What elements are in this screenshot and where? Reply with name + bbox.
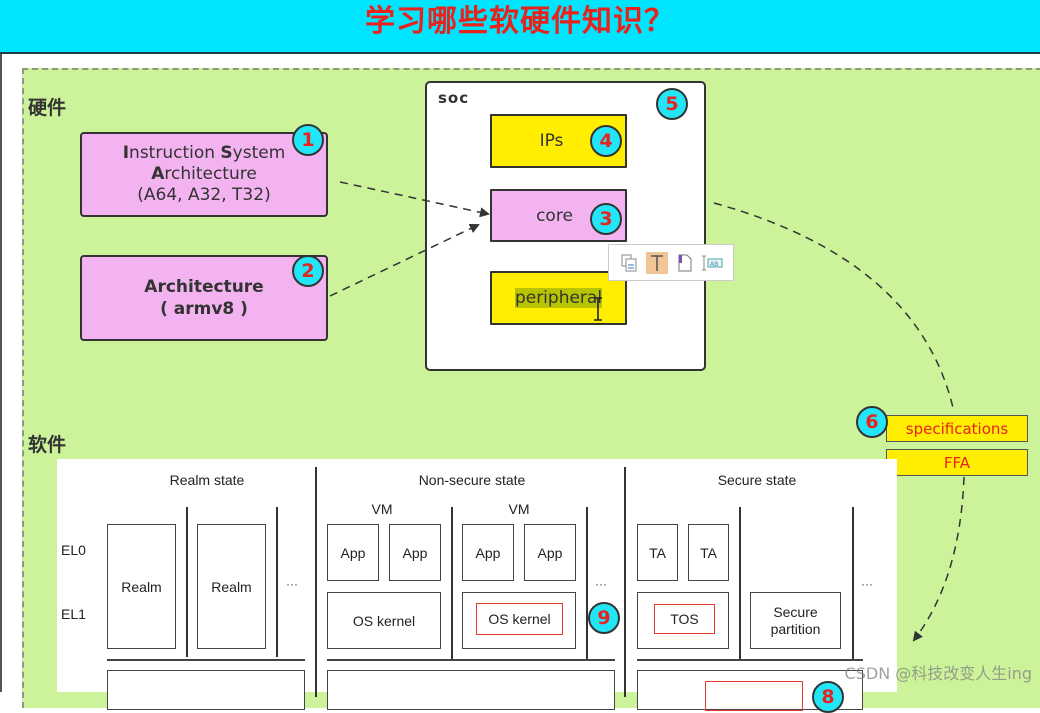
secure-partition-box: Secure partition: [750, 592, 841, 649]
state-divider: [315, 467, 317, 697]
app-box: App: [524, 524, 576, 581]
secure-state-title: Secure state: [717, 472, 797, 488]
app-box: App: [389, 524, 441, 581]
software-stack-diagram: Realm state Non-secure state Secure stat…: [57, 459, 897, 711]
soc-label: soc: [438, 89, 470, 107]
realm-more: ···: [286, 577, 298, 591]
copy-icon[interactable]: [618, 252, 640, 274]
badge-3: 3: [590, 203, 622, 235]
core-label: core: [536, 205, 573, 226]
os-kernel-box: OS kernel: [327, 592, 441, 649]
badge-9: 9: [588, 602, 620, 634]
badge-2: 2: [292, 255, 324, 287]
badge-1: 1: [292, 124, 324, 156]
spm-highlighted: [705, 681, 803, 711]
ta-box: TA: [637, 524, 678, 581]
selection-toolbar: AB: [608, 244, 734, 281]
hardware-label: 硬件: [28, 97, 67, 119]
realm-el2-box: [107, 670, 305, 710]
nonsecure-state-title: Non-secure state: [418, 472, 526, 488]
realm-divider: [276, 507, 278, 657]
el-boundary-line: [327, 659, 615, 661]
el-boundary-line: [107, 659, 305, 661]
svg-text:AB: AB: [710, 261, 718, 268]
realm-box: Realm: [197, 524, 266, 649]
badge-4: 4: [590, 125, 622, 157]
badge-8: 8: [812, 681, 844, 713]
slide-header: 学习哪些软硬件知识？: [0, 0, 1040, 54]
architecture-box: Architecture ( armv8 ): [80, 255, 328, 341]
text-field-icon[interactable]: AB: [702, 252, 724, 274]
architecture-line1: Architecture: [144, 277, 264, 297]
realm-divider: [186, 507, 188, 657]
peripheral-box: peripheral: [490, 271, 627, 325]
ips-label: IPs: [539, 131, 564, 151]
isa-line1: Instruction System: [122, 143, 286, 163]
badge-6: 6: [856, 406, 888, 438]
peripheral-label-selected[interactable]: peripheral: [514, 288, 603, 308]
secure-divider: [852, 507, 854, 659]
software-label: 软件: [28, 434, 67, 456]
secure-divider: [739, 507, 741, 659]
text-icon[interactable]: [646, 251, 668, 274]
badge-5: 5: [656, 88, 688, 120]
state-divider: [624, 467, 626, 697]
isa-line2: Architecture: [151, 164, 257, 184]
hypervisor-box: [327, 670, 615, 710]
el1-label: EL1: [61, 606, 86, 622]
isa-line3: (A64, A32, T32): [137, 185, 271, 205]
specifications-box: specifications: [886, 415, 1028, 442]
nonsecure-more: ···: [595, 577, 607, 591]
el-boundary-line: [637, 659, 863, 661]
app-box: App: [462, 524, 514, 581]
vm-divider: [451, 507, 453, 659]
left-border: [0, 54, 2, 692]
os-kernel-highlighted: OS kernel: [476, 603, 563, 635]
el0-label: EL0: [61, 542, 86, 558]
secure-more: ···: [861, 577, 873, 591]
vm-divider: [586, 507, 588, 659]
vm-label: VM: [371, 501, 393, 517]
realm-state-title: Realm state: [169, 472, 245, 488]
vm-label: VM: [508, 501, 530, 517]
realm-box: Realm: [107, 524, 176, 649]
architecture-line2: ( armv8 ): [160, 299, 248, 319]
text-cursor-icon: [593, 297, 603, 321]
app-box: App: [327, 524, 379, 581]
bookmark-icon[interactable]: [674, 252, 696, 274]
slide-title: 学习哪些软硬件知识？: [365, 4, 675, 39]
tos-highlighted: TOS: [654, 604, 715, 634]
isa-box: Instruction System Architecture (A64, A3…: [80, 132, 328, 217]
ta-box: TA: [688, 524, 729, 581]
ffa-box: FFA: [886, 449, 1028, 476]
watermark: CSDN @科技改变人生ing: [844, 664, 1032, 683]
